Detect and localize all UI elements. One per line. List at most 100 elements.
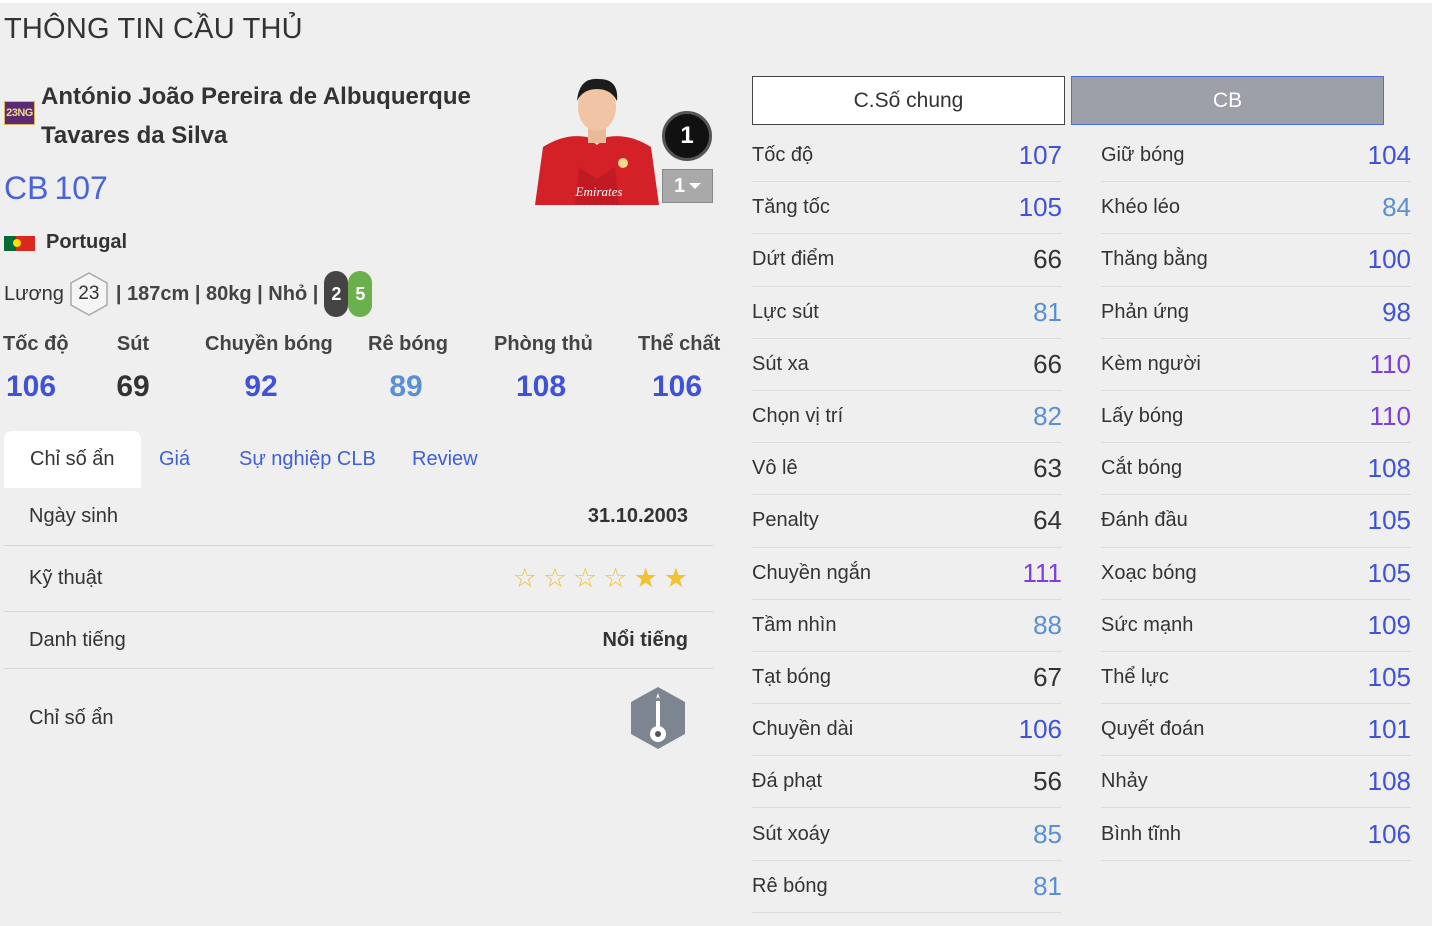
attribute-row: Chọn vị trí 82 — [752, 391, 1062, 444]
attribute-row: Tốc độ 107 — [752, 130, 1062, 183]
attribute-name: Sút xa — [752, 352, 809, 375]
main-stat-label: Chuyền bóng — [205, 333, 333, 355]
tab-price[interactable]: Giá — [159, 431, 190, 488]
attribute-name: Nhảy — [1101, 770, 1148, 793]
attribute-name: Sức mạnh — [1101, 613, 1194, 636]
main-stat-value: 92 — [244, 370, 278, 403]
main-stat-passing: Chuyền bóng 92 — [205, 333, 333, 404]
main-stat-physical: Thể chất 106 — [638, 333, 721, 404]
hidden-stats-row: Chỉ số ẩn — [4, 669, 713, 767]
fame-label: Danh tiếng — [29, 628, 126, 651]
main-stat-label: Phòng thủ — [494, 333, 593, 355]
attribute-row: Chuyền dài 106 — [752, 704, 1062, 757]
rank-badge: 1 — [662, 111, 712, 161]
main-stat-shooting: Sút 69 — [110, 333, 156, 404]
birthday-label: Ngày sinh — [29, 505, 118, 527]
star-filled-icon: ★ — [663, 563, 688, 593]
attribute-name: Thăng bằng — [1101, 248, 1208, 271]
attribute-value: 85 — [1033, 818, 1062, 849]
attribute-value: 108 — [1367, 453, 1411, 484]
attribute-value: 66 — [1033, 348, 1062, 379]
attribute-value: 84 — [1382, 192, 1411, 223]
attribute-name: Quyết đoán — [1101, 718, 1205, 741]
attribute-value: 104 — [1367, 140, 1411, 171]
attribute-name: Vô lê — [752, 457, 798, 480]
hidden-stats-label: Chỉ số ẩn — [29, 706, 114, 729]
attribute-name: Lấy bóng — [1101, 405, 1184, 428]
salary-badge: 23 — [68, 271, 110, 317]
position-stats-button[interactable]: CB — [1071, 76, 1384, 125]
main-stat-label: Thể chất — [638, 333, 721, 355]
attribute-row: Vô lê 63 — [752, 443, 1062, 496]
main-stat-label: Tốc độ — [3, 333, 69, 355]
attribute-value: 105 — [1367, 505, 1411, 536]
attribute-row: Sút xa 66 — [752, 339, 1062, 391]
attribute-name: Chọn vị trí — [752, 405, 844, 428]
attribute-row: Tăng tốc 105 — [752, 182, 1062, 235]
position-ovr: CB 107 — [4, 170, 114, 207]
attribute-value: 64 — [1033, 505, 1062, 536]
attribute-name: Tầm nhìn — [752, 613, 837, 636]
main-stat-value: 89 — [389, 370, 423, 403]
birthday-row: Ngày sinh 31.10.2003 — [4, 488, 713, 546]
tab-review[interactable]: Review — [412, 431, 478, 488]
fame-row: Danh tiếng Nổi tiếng — [4, 612, 713, 669]
detail-panel: Ngày sinh 31.10.2003 Kỹ thuật ☆ ☆ ☆ ☆ ★ ★ Dan… — [4, 488, 713, 767]
attribute-name: Lực sút — [752, 300, 819, 323]
chevron-down-icon — [689, 183, 702, 189]
attribute-name: Đá phạt — [752, 770, 823, 793]
general-stats-button[interactable]: C.Số chung — [752, 76, 1065, 125]
star-filled-icon: ★ — [633, 563, 658, 593]
attribute-name: Khéo léo — [1101, 196, 1180, 219]
attribute-value: 98 — [1382, 296, 1411, 327]
attribute-row: Đá phạt 56 — [752, 756, 1062, 809]
position-label: CB — [4, 170, 49, 206]
main-stat-value: 106 — [651, 370, 703, 403]
attributes-left-column: Tốc độ 107 Tăng tốc 105 Dứt điểm 66 Lực sút 81 S… — [752, 130, 1062, 913]
detail-tabs: Chỉ số ẩn Giá Sự nghiệp CLB Review — [4, 431, 713, 488]
attribute-row: Cắt bóng 108 — [1101, 443, 1411, 496]
upgrade-level-select[interactable]: 1 — [662, 169, 713, 203]
attribute-name: Chuyền dài — [752, 718, 854, 741]
attribute-value: 82 — [1033, 401, 1062, 432]
attribute-value: 110 — [1369, 401, 1411, 432]
attribute-row: Nhảy 108 — [1101, 756, 1411, 809]
main-stat-label: Sút — [116, 333, 150, 355]
body-info: | 187cm | 80kg | Nhỏ | — [115, 282, 319, 305]
attribute-value: 106 — [1367, 818, 1411, 849]
attribute-row: Tạt bóng 67 — [752, 652, 1062, 705]
attribute-value: 56 — [1033, 766, 1062, 797]
attribute-row: Khéo léo 84 — [1101, 182, 1411, 235]
star-empty-icon: ☆ — [512, 563, 537, 593]
attribute-row: Chuyền ngắn 111 — [752, 548, 1062, 600]
attribute-value: 105 — [1367, 557, 1411, 588]
salary-value: 23 — [78, 283, 100, 304]
attribute-row: Dứt điểm 66 — [752, 234, 1062, 287]
main-stat-value: 69 — [116, 370, 150, 403]
attribute-value: 100 — [1367, 244, 1411, 275]
main-stat-dribbling: Rê bóng 89 — [368, 333, 448, 404]
player-info-page: THÔNG TIN CẦU THỦ 23NG António João Pere… — [0, 0, 1432, 926]
tab-club-career[interactable]: Sự nghiệp CLB — [239, 431, 376, 488]
attribute-row: Xoạc bóng 105 — [1101, 548, 1411, 600]
attributes-right-column: Giữ bóng 104 Khéo léo 84 Thăng bằng 100 Phản ứ… — [1101, 130, 1411, 861]
portugal-flag-icon — [4, 236, 35, 251]
attribute-value: 110 — [1369, 348, 1411, 379]
tab-hidden-stats[interactable]: Chỉ số ẩn — [4, 431, 141, 488]
attribute-value: 107 — [1018, 140, 1062, 171]
attribute-row: Sút xoáy 85 — [752, 808, 1062, 861]
attribute-name: Thể lực — [1101, 665, 1169, 688]
attribute-row: Quyết đoán 101 — [1101, 704, 1411, 757]
attribute-row: Kèm người 110 — [1101, 339, 1411, 391]
season-badge: 23NG — [4, 101, 35, 125]
hidden-trait-icon[interactable] — [628, 685, 688, 751]
main-stat-value: 106 — [5, 370, 57, 403]
attribute-row: Tầm nhìn 88 — [752, 600, 1062, 652]
right-foot-value: 5 — [348, 271, 373, 317]
attribute-row: Penalty 64 — [752, 495, 1062, 548]
main-stat-pace: Tốc độ 106 — [3, 333, 69, 404]
attribute-value: 63 — [1033, 453, 1062, 484]
main-stat-defending: Phòng thủ 108 — [494, 333, 593, 404]
attribute-value: 105 — [1018, 192, 1062, 223]
attribute-value: 106 — [1018, 714, 1062, 745]
